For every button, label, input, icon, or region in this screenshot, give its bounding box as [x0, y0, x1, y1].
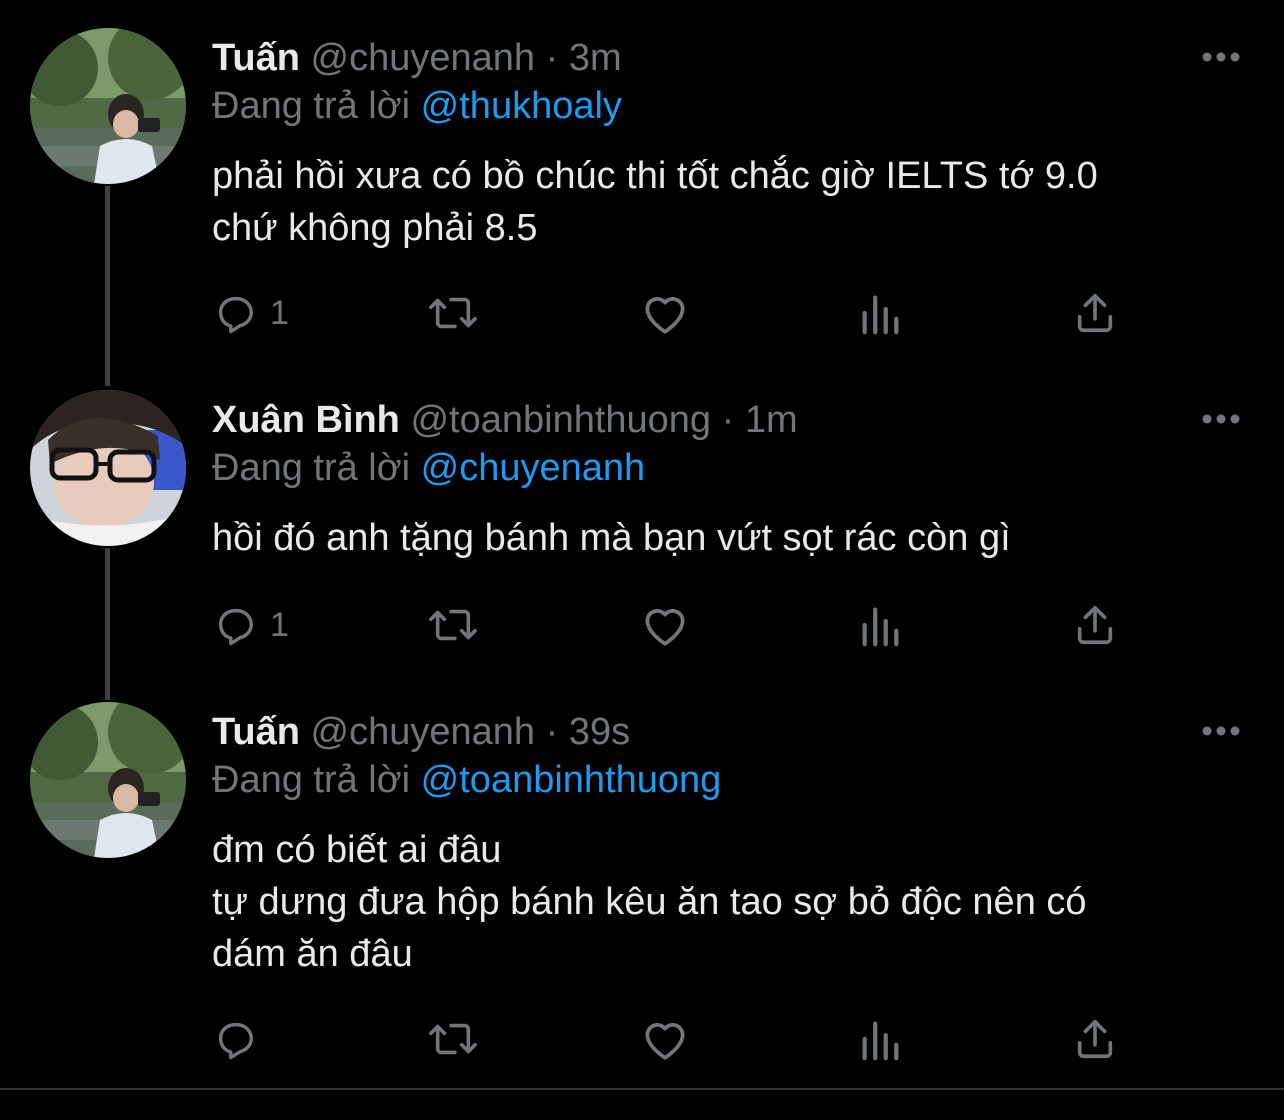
- mention-link[interactable]: @thukhoaly: [421, 85, 622, 127]
- like-button[interactable]: [640, 1014, 690, 1064]
- retweet-icon: [429, 1023, 477, 1055]
- replying-to-label: Đang trả lời: [212, 447, 411, 489]
- user-handle[interactable]: @toanbinhthuong: [410, 399, 711, 441]
- avatar[interactable]: [30, 702, 186, 858]
- share-icon: [1077, 605, 1113, 645]
- replying-to: Đang trả lời @toanbinhthuong: [212, 754, 721, 806]
- divider: [0, 1088, 1284, 1090]
- analytics-icon: [862, 295, 899, 335]
- timestamp[interactable]: 1m: [745, 399, 798, 441]
- separator: ·: [545, 37, 559, 79]
- display-name[interactable]: Tuấn: [212, 711, 300, 753]
- analytics-icon: [862, 1021, 899, 1061]
- reply-button[interactable]: 1: [212, 288, 289, 338]
- analytics-button[interactable]: [858, 600, 902, 650]
- separator: ·: [545, 711, 559, 753]
- analytics-icon: [862, 607, 899, 647]
- tweet-actions: [212, 1014, 1252, 1064]
- user-handle[interactable]: @chuyenanh: [311, 711, 536, 753]
- avatar[interactable]: [30, 28, 186, 184]
- like-icon: [645, 297, 685, 334]
- share-icon: [1077, 293, 1113, 333]
- tweet[interactable]: Xuân Bình @toanbinhthuong · 1m Đang trả …: [0, 390, 1284, 680]
- conversation-thread: Tuấn @chuyenanh · 3m Đang trả lời @thukh…: [0, 0, 1284, 1090]
- reply-count: 1: [270, 605, 289, 644]
- separator: ·: [721, 399, 735, 441]
- tweet-text: hồi đó anh tặng bánh mà bạn vứt sọt rác …: [212, 517, 1011, 559]
- more-icon[interactable]: [1196, 716, 1246, 746]
- reply-icon: [218, 608, 254, 646]
- analytics-button[interactable]: [858, 288, 902, 338]
- avatar-photo: [30, 28, 186, 184]
- display-name[interactable]: Tuấn: [212, 37, 300, 79]
- more-icon[interactable]: [1196, 42, 1246, 72]
- retweet-button[interactable]: [426, 288, 480, 338]
- reply-icon: [218, 296, 254, 334]
- tweet-header: Tuấn @chuyenanh · 39s: [212, 702, 630, 762]
- more-icon[interactable]: [1196, 404, 1246, 434]
- tweet-text: đm có biết ai đâu tự dưng đưa hộp bánh k…: [212, 829, 1087, 975]
- tweet-header: Tuấn @chuyenanh · 3m: [212, 28, 622, 88]
- share-button[interactable]: [1072, 1014, 1118, 1064]
- tweet-header: Xuân Bình @toanbinhthuong · 1m: [212, 390, 798, 450]
- user-handle[interactable]: @chuyenanh: [311, 37, 536, 79]
- timestamp[interactable]: 39s: [569, 711, 630, 753]
- tweet[interactable]: Tuấn @chuyenanh · 39s Đang trả lời @toan…: [0, 702, 1284, 1072]
- like-icon: [645, 1023, 685, 1060]
- share-button[interactable]: [1072, 600, 1118, 650]
- reply-count: 1: [270, 293, 289, 332]
- retweet-button[interactable]: [426, 600, 480, 650]
- reply-icon: [218, 1022, 254, 1060]
- avatar[interactable]: [30, 390, 186, 546]
- retweet-button[interactable]: [426, 1014, 480, 1064]
- analytics-button[interactable]: [858, 1014, 902, 1064]
- display-name[interactable]: Xuân Bình: [212, 399, 400, 441]
- tweet-actions: 1: [212, 288, 1252, 338]
- replying-to: Đang trả lời @chuyenanh: [212, 442, 645, 494]
- tweet-text: phải hồi xưa có bồ chúc thi tốt chắc giờ…: [212, 155, 1098, 249]
- share-button[interactable]: [1072, 288, 1118, 338]
- retweet-icon: [429, 609, 477, 641]
- tweet[interactable]: Tuấn @chuyenanh · 3m Đang trả lời @thukh…: [0, 28, 1284, 348]
- mention-link[interactable]: @chuyenanh: [421, 447, 646, 489]
- replying-to: Đang trả lời @thukhoaly: [212, 80, 622, 132]
- share-icon: [1077, 1019, 1113, 1059]
- reply-button[interactable]: [212, 1014, 270, 1064]
- like-button[interactable]: [640, 600, 690, 650]
- retweet-icon: [429, 297, 477, 329]
- tweet-actions: 1: [212, 600, 1252, 650]
- like-icon: [645, 609, 685, 646]
- replying-to-label: Đang trả lời: [212, 759, 411, 801]
- avatar-photo: [30, 702, 186, 858]
- timestamp[interactable]: 3m: [569, 37, 622, 79]
- avatar-photo: [30, 390, 186, 546]
- reply-button[interactable]: 1: [212, 600, 289, 650]
- mention-link[interactable]: @toanbinhthuong: [421, 759, 722, 801]
- replying-to-label: Đang trả lời: [212, 85, 411, 127]
- like-button[interactable]: [640, 288, 690, 338]
